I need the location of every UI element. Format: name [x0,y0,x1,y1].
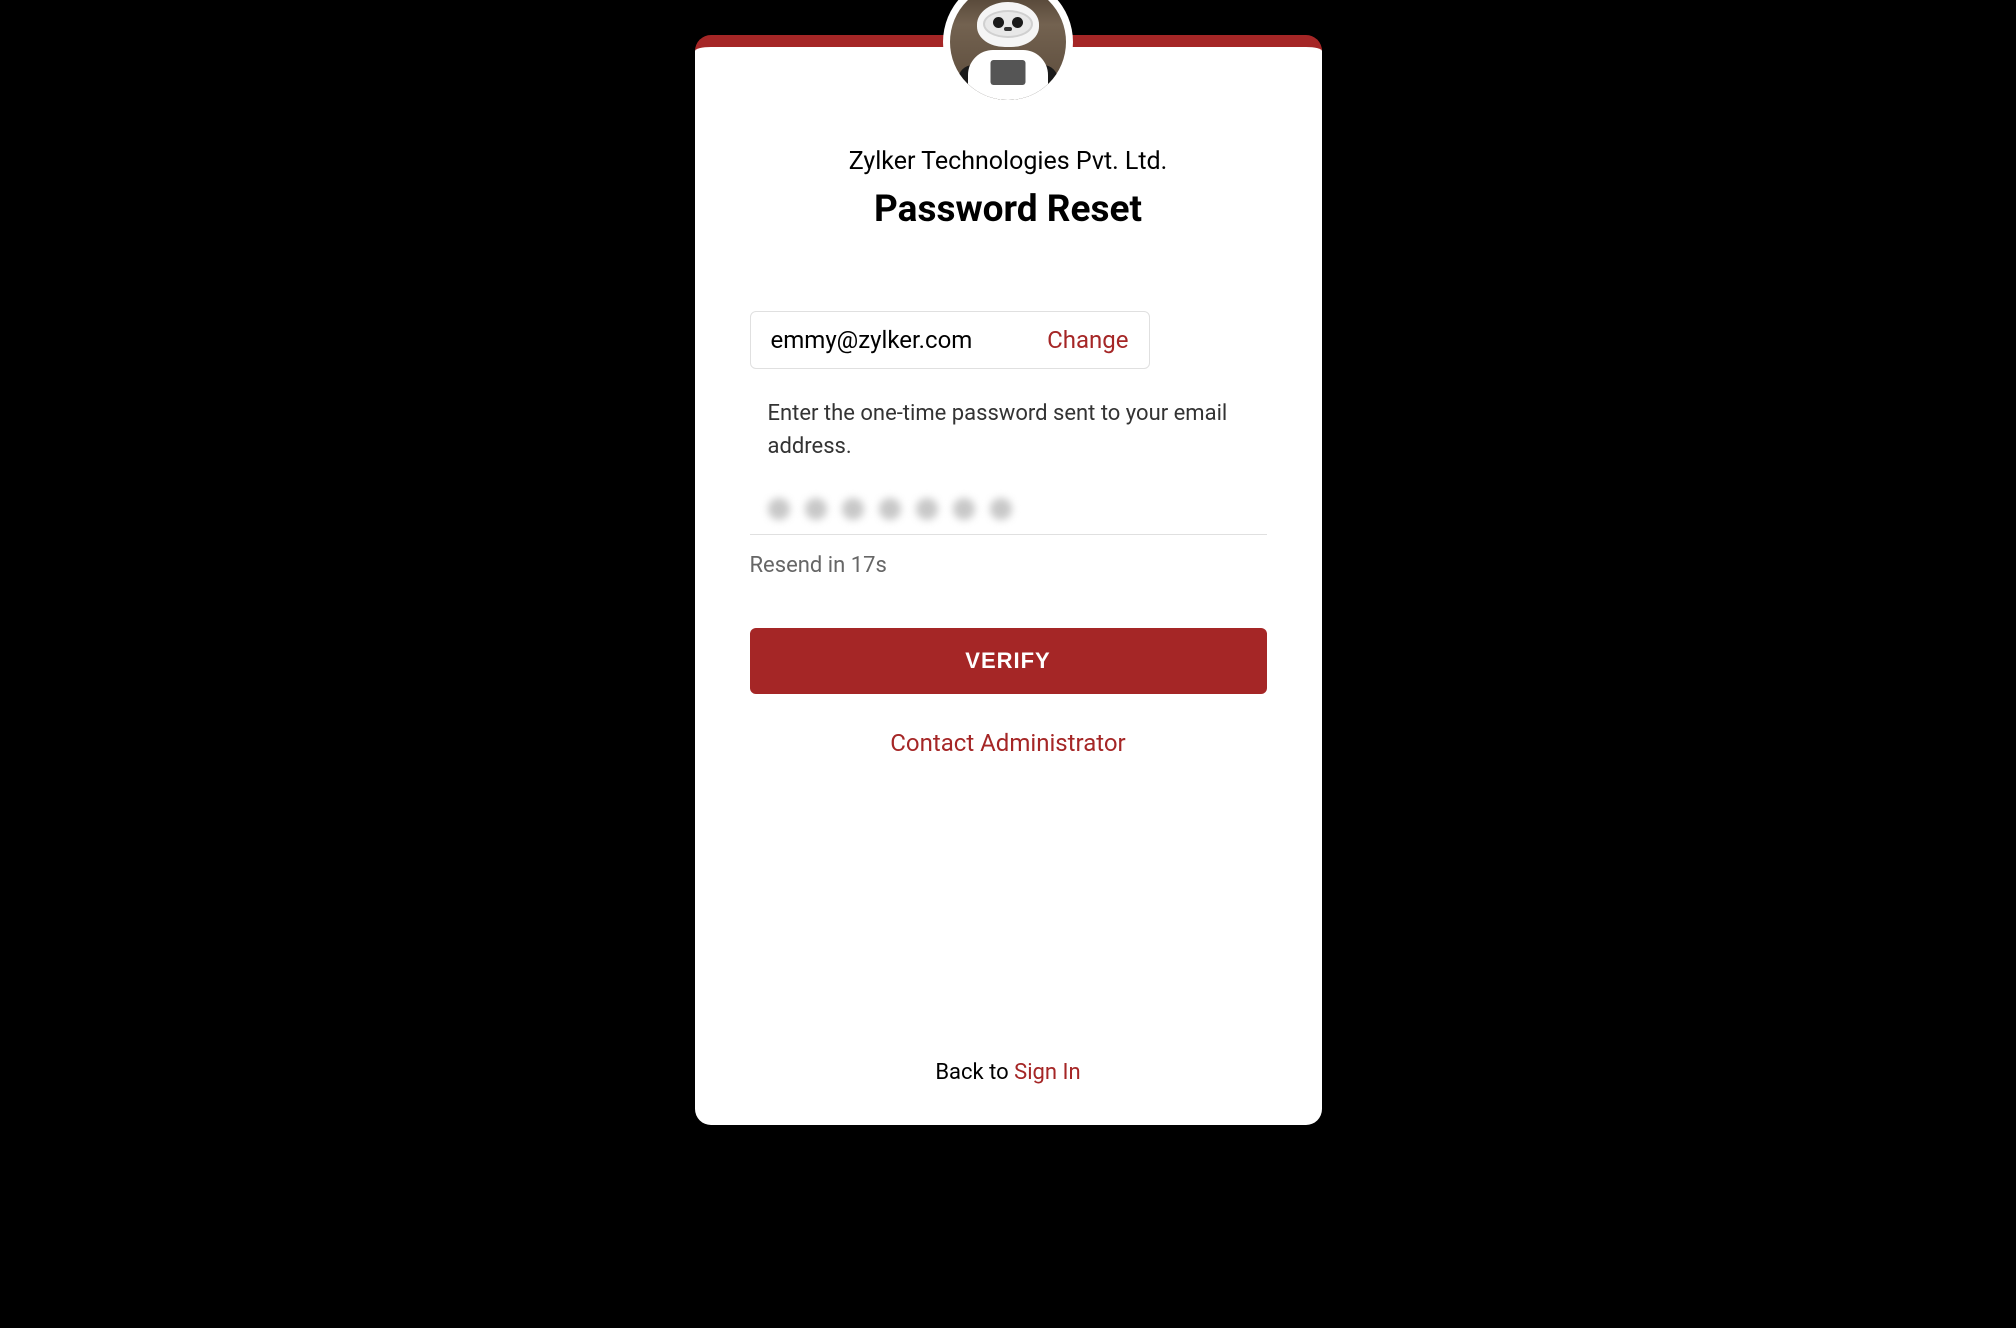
company-name: Zylker Technologies Pvt. Ltd. [750,147,1267,176]
page-title: Password Reset [750,188,1267,231]
otp-digit-dot-icon [879,498,901,520]
resend-countdown: Resend in 17s [750,553,1267,578]
robot-face-icon [983,10,1033,38]
email-box: emmy@zylker.com Change [750,311,1150,369]
password-reset-card: Zylker Technologies Pvt. Ltd. Password R… [695,35,1322,1125]
otp-input[interactable] [750,498,1267,535]
resend-suffix: s [875,553,886,578]
robot-eye-left-icon [993,17,1004,28]
instruction-text: Enter the one-time password sent to your… [750,397,1267,463]
otp-digit-dot-icon [842,498,864,520]
change-email-link[interactable]: Change [1047,326,1128,354]
footer: Back to Sign In [750,1060,1267,1085]
otp-digit-dot-icon [916,498,938,520]
header: Zylker Technologies Pvt. Ltd. Password R… [750,147,1267,231]
resend-seconds: 17 [851,553,876,578]
contact-administrator-link[interactable]: Contact Administrator [750,729,1267,757]
avatar-wrapper [943,0,1073,107]
robot-screen-icon [991,60,1026,85]
verify-button[interactable]: VERIFY [750,628,1267,694]
robot-eye-right-icon [1012,17,1023,28]
email-value: emmy@zylker.com [771,326,973,354]
otp-digit-dot-icon [768,498,790,520]
robot-mouth-icon [1004,27,1012,31]
avatar [950,0,1066,100]
resend-prefix: Resend in [750,553,851,578]
footer-prefix: Back to [935,1060,1014,1085]
otp-digit-dot-icon [953,498,975,520]
robot-head-icon [977,2,1039,47]
otp-digit-dot-icon [805,498,827,520]
otp-digit-dot-icon [990,498,1012,520]
sign-in-link[interactable]: Sign In [1014,1060,1081,1085]
